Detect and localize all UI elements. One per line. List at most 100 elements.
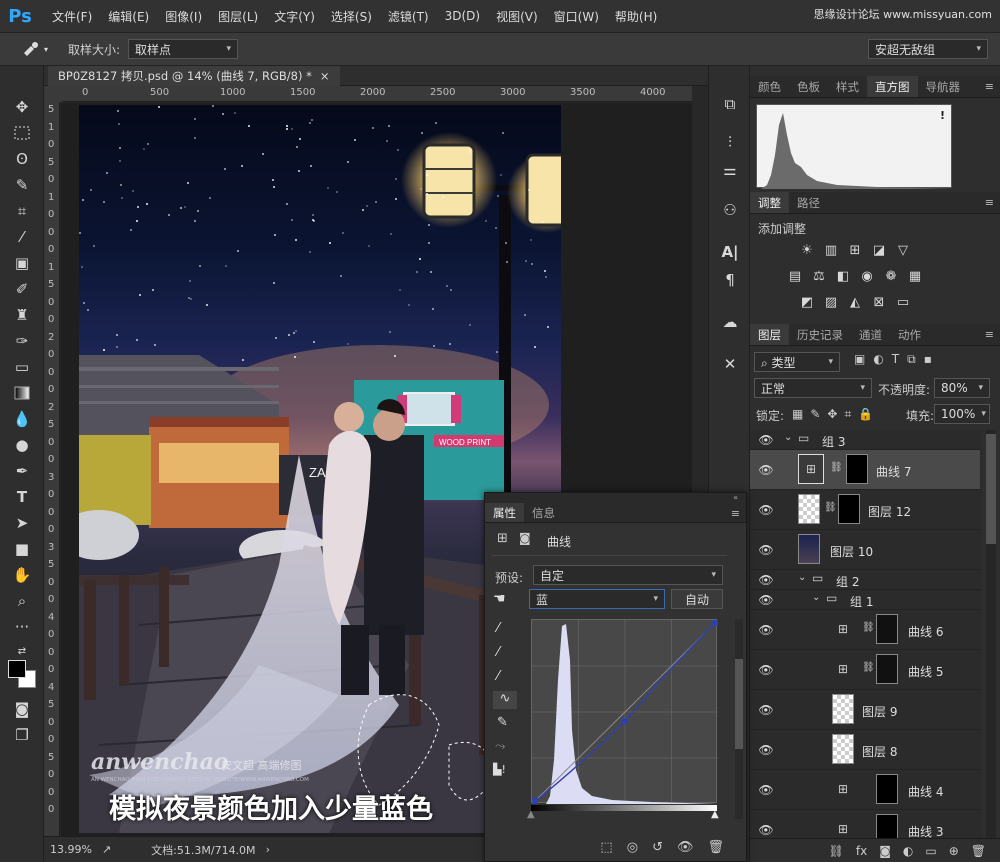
white-slider-icon[interactable]: ▲	[711, 809, 719, 820]
layer-filter-icons[interactable]: ▣◐T⧉▪	[854, 352, 940, 367]
link-layers-icon[interactable]: ⛓	[829, 844, 844, 858]
layer-row-curves3[interactable]: 👁 ⊞ 曲线 3	[750, 810, 980, 838]
eyedropper-preset-icon[interactable]: ▾	[22, 38, 50, 60]
lock-icons[interactable]: ▦✎✥⌗🔒	[792, 407, 880, 422]
character-icon[interactable]: A|	[717, 240, 743, 264]
more-tools-icon[interactable]: ···	[8, 616, 36, 638]
layer-row-curves5[interactable]: 👁 ⊞ ⛓ 曲线 5	[750, 650, 980, 690]
menu-3d[interactable]: 3D(D)	[437, 9, 488, 23]
visibility-eye-icon[interactable]: 👁	[758, 743, 774, 757]
menu-view[interactable]: 视图(V)	[488, 8, 546, 25]
hue-saturation-icon[interactable]: ▤	[786, 268, 804, 284]
pencil-icon[interactable]: ✎	[497, 715, 508, 730]
visibility-eye-icon[interactable]: 👁	[758, 623, 774, 637]
layer-row-curves7[interactable]: 👁 ⊞ ⛓ 曲线 7	[750, 450, 980, 490]
blur-tool-icon[interactable]: 💧	[8, 408, 36, 430]
posterize-icon[interactable]: ▨	[822, 294, 840, 310]
panel-menu-icon[interactable]: ≡	[731, 507, 740, 520]
color-balance-icon[interactable]: ⚖	[810, 268, 828, 284]
levels-icon[interactable]: ▥	[822, 242, 840, 258]
photo-filter-icon[interactable]: ◉	[858, 268, 876, 284]
smooth-curve-icon[interactable]: ⤳	[495, 739, 505, 754]
chevron-down-icon[interactable]: ⌄	[798, 572, 806, 583]
brightness-icon[interactable]: ☀	[798, 242, 816, 258]
tab-history[interactable]: 历史记录	[789, 324, 851, 345]
tab-styles[interactable]: 样式	[828, 76, 867, 97]
black-white-icon[interactable]: ◧	[834, 268, 852, 284]
path-select-tool-icon[interactable]: ➤	[8, 512, 36, 534]
quick-select-tool-icon[interactable]: ✎	[8, 174, 36, 196]
layer-mask-thumbnail[interactable]	[876, 654, 898, 684]
layer-row-layer12[interactable]: 👁 ⛓ 图层 12	[750, 490, 980, 530]
layer-row-group3[interactable]: 👁 ⌄ ▭ 组 3	[750, 430, 980, 450]
menu-help[interactable]: 帮助(H)	[607, 8, 665, 25]
vibrance-icon[interactable]: ▽	[894, 242, 912, 258]
stamp-tool-icon[interactable]: ♜	[8, 304, 36, 326]
layer-mask-thumbnail[interactable]	[876, 614, 898, 644]
gradient-map-icon[interactable]: ▭	[894, 294, 912, 310]
new-layer-icon[interactable]: ⊕	[949, 844, 959, 858]
workspace-select[interactable]: 安超无敌组 ▾	[868, 39, 988, 59]
curves-icon[interactable]: ⊞	[497, 531, 508, 546]
tab-layers[interactable]: 图层	[750, 324, 789, 345]
tab-info[interactable]: 信息	[524, 503, 563, 522]
invert-icon[interactable]: ◩	[798, 294, 816, 310]
layer-row-group1[interactable]: 👁 ⌄ ▭ 组 1	[750, 590, 980, 610]
layer-mask-thumbnail[interactable]	[838, 494, 860, 524]
layer-filter-select[interactable]: ⌕ 类型 ▾	[754, 352, 840, 372]
swap-colors-icon[interactable]: ⇄	[8, 640, 36, 662]
document-tab[interactable]: BP0Z8127 拷贝.psd @ 14% (曲线 7, RGB/8) * ×	[48, 66, 340, 86]
panel-menu-icon[interactable]: ≡	[985, 328, 994, 341]
black-slider-icon[interactable]: ▲	[527, 809, 535, 820]
visibility-eye-icon[interactable]: 👁	[758, 503, 774, 517]
history-brush-tool-icon[interactable]: ✑	[8, 330, 36, 352]
close-icon[interactable]: ×	[320, 69, 330, 83]
brush-presets-icon[interactable]: ⚌	[717, 158, 743, 182]
layer-mask-thumbnail[interactable]	[876, 814, 898, 838]
properties-scrollbar[interactable]	[735, 619, 743, 819]
curve-control-point[interactable]	[622, 718, 628, 725]
export-icon[interactable]: ↗	[102, 843, 111, 856]
layer-row-curves4[interactable]: 👁 ⊞ 曲线 4	[750, 770, 980, 810]
eyedropper-tool-icon[interactable]: ⁄	[8, 226, 36, 248]
layer-row-layer9[interactable]: 👁 图层 9	[750, 690, 980, 730]
layer-row-group2[interactable]: 👁 ⌄ ▭ 组 2	[750, 570, 980, 590]
visibility-eye-icon[interactable]: 👁	[758, 823, 774, 837]
fx-icon[interactable]: fx	[856, 844, 867, 858]
curve-control-point[interactable]	[712, 620, 718, 626]
layer-mask-thumbnail[interactable]	[876, 774, 898, 804]
brush-tool-icon[interactable]: ✐	[8, 278, 36, 300]
chevron-down-icon[interactable]: ⌄	[812, 592, 820, 603]
chevron-down-icon[interactable]: ⌄	[784, 432, 792, 443]
threshold-icon[interactable]: ◭	[846, 294, 864, 310]
layer-row-curves6[interactable]: 👁 ⊞ ⛓ 曲线 6	[750, 610, 980, 650]
reset-icon[interactable]: ↺	[652, 840, 663, 855]
visibility-eye-icon[interactable]: 👁	[758, 783, 774, 797]
curves-graph[interactable]	[531, 619, 719, 805]
layer-mask-thumbnail[interactable]	[846, 454, 868, 484]
channel-select[interactable]: 蓝 ▾	[529, 589, 665, 609]
menu-file[interactable]: 文件(F)	[44, 8, 100, 25]
blend-mode-select[interactable]: 正常 ▾	[754, 378, 872, 398]
zoom-tool-icon[interactable]: ⌕	[8, 590, 36, 612]
tab-swatches[interactable]: 色板	[789, 76, 828, 97]
tab-paths[interactable]: 路径	[789, 192, 828, 213]
visibility-eye-icon[interactable]: 👁	[758, 703, 774, 717]
sample-size-select[interactable]: 取样点 ▾	[128, 39, 239, 59]
white-point-eyedropper-icon[interactable]: ⁄	[497, 669, 499, 684]
visibility-eye-icon[interactable]: 👁	[758, 463, 774, 477]
visibility-eye-icon[interactable]: 👁	[758, 663, 774, 677]
visibility-eye-icon[interactable]: 👁	[758, 593, 774, 607]
color-lookup-icon[interactable]: ▦	[906, 268, 924, 284]
lasso-tool-icon[interactable]: ʘ	[8, 148, 36, 170]
menu-select[interactable]: 选择(S)	[323, 8, 380, 25]
menu-layer[interactable]: 图层(L)	[210, 8, 266, 25]
targeted-adjust-icon[interactable]: ☚	[493, 591, 506, 607]
opacity-input[interactable]: 80% ▾	[934, 378, 990, 398]
visibility-eye-icon[interactable]: 👁	[758, 573, 774, 587]
menu-edit[interactable]: 编辑(E)	[100, 8, 157, 25]
curve-points-icon[interactable]: ∿	[493, 691, 517, 709]
brush-settings-icon[interactable]: ⫶	[717, 130, 743, 154]
new-group-icon[interactable]: ▭	[925, 844, 936, 858]
visibility-eye-icon[interactable]: 👁	[677, 840, 694, 855]
